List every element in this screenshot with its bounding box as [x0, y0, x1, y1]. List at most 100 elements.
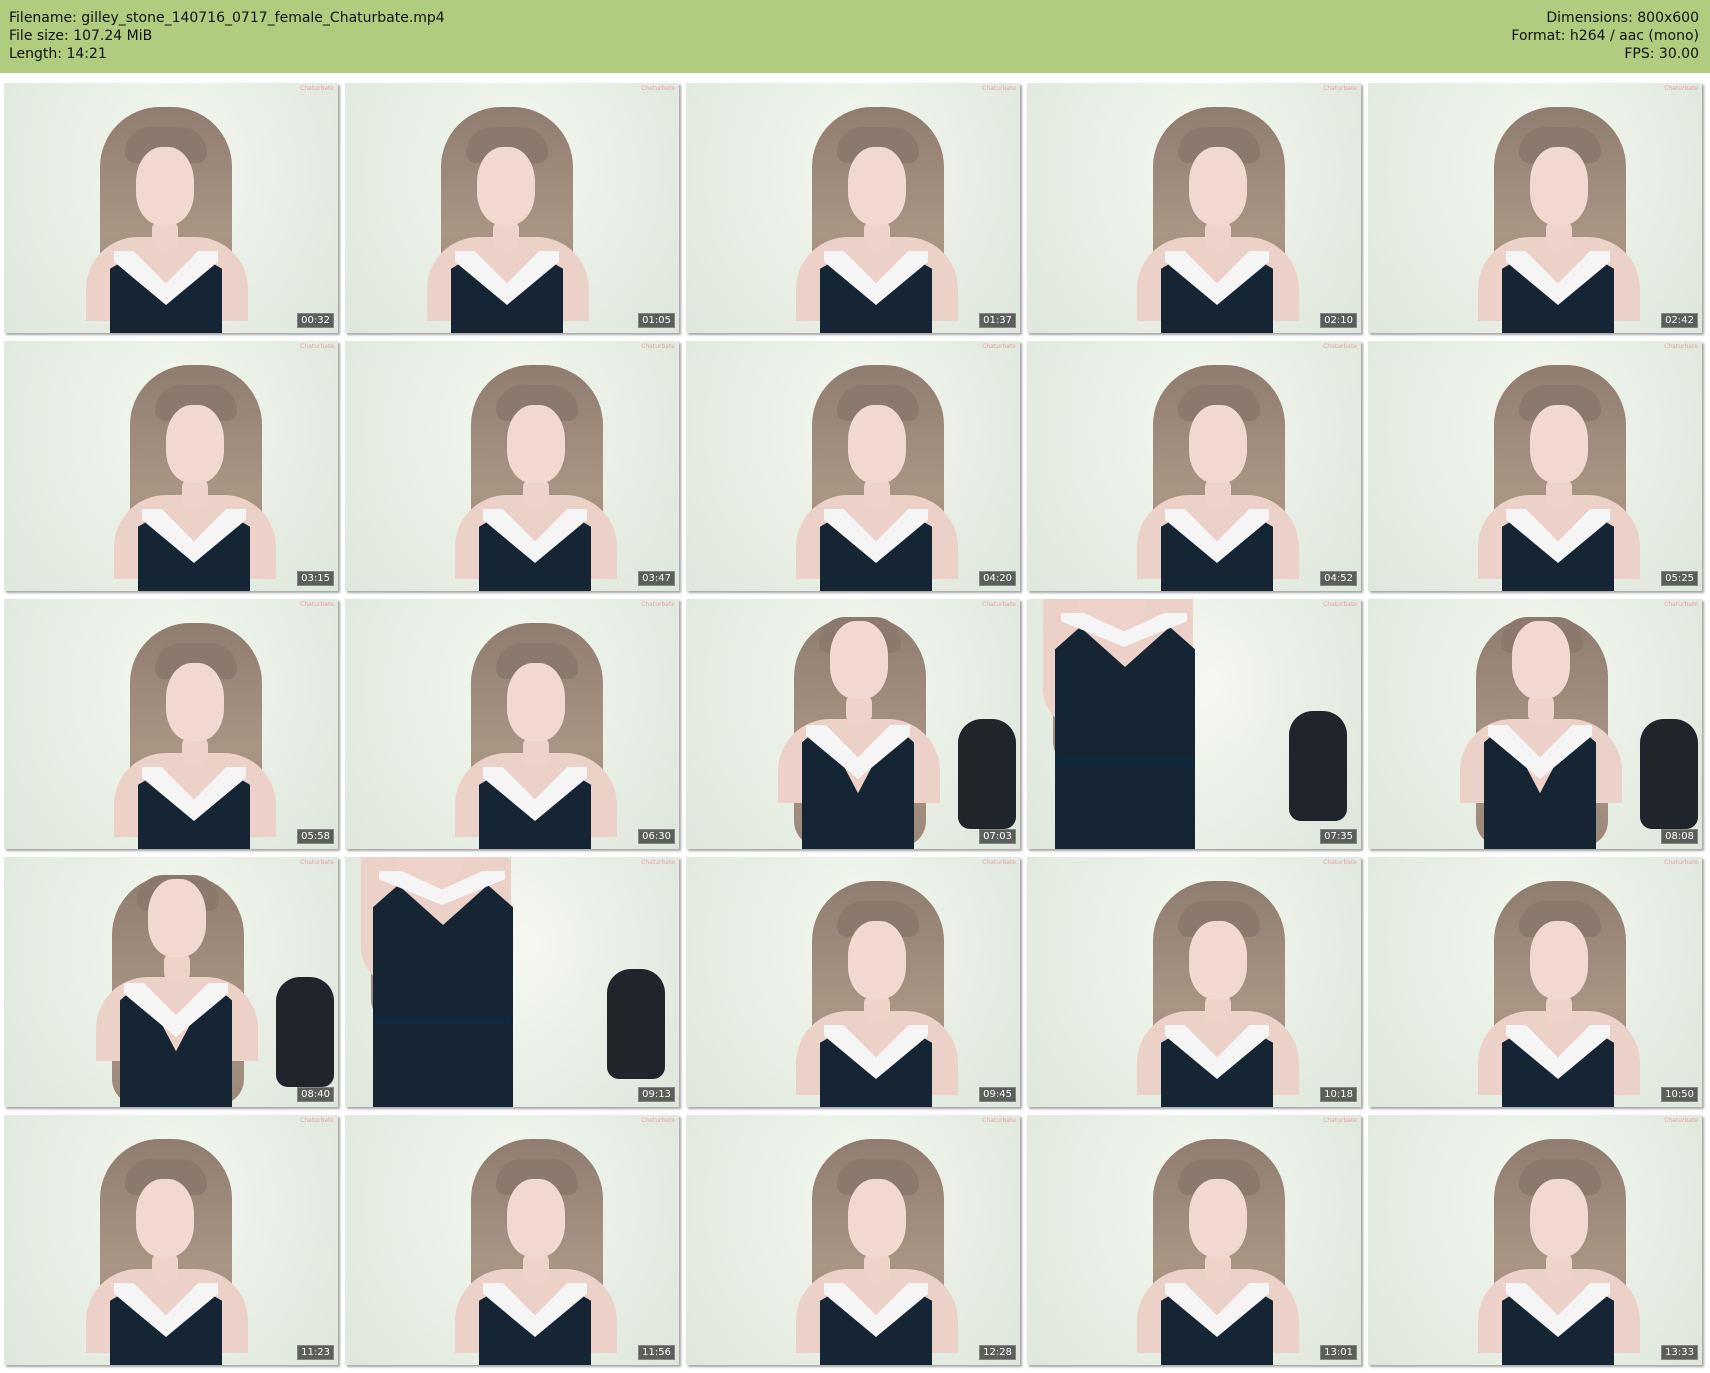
timestamp-label: 13:33: [1661, 1345, 1698, 1360]
face-shape: [507, 1179, 565, 1257]
video-frame-image: [686, 341, 1020, 591]
watermark-text: Chaturbate: [982, 85, 1016, 92]
video-frame-image: [1027, 1115, 1361, 1365]
video-frame-image: [1027, 857, 1361, 1107]
neck-shape: [152, 1253, 178, 1281]
timestamp-label: 07:03: [979, 829, 1016, 844]
face-shape: [1189, 147, 1247, 225]
video-frame-image: [345, 83, 679, 333]
neck-shape: [1205, 221, 1231, 249]
watermark-text: Chaturbate: [982, 859, 1016, 866]
neck-shape: [182, 737, 208, 765]
thumbnail: Chaturbate 02:42: [1368, 83, 1702, 333]
face-shape: [1189, 921, 1247, 999]
face-shape: [136, 147, 194, 225]
video-frame-image: [686, 857, 1020, 1107]
neck-shape: [493, 221, 519, 249]
video-frame-image: [1368, 341, 1702, 591]
video-frame-image: [1368, 83, 1702, 333]
video-frame-image: [1027, 341, 1361, 591]
file-info: Filename: gilley_stone_140716_0717_femal…: [9, 9, 445, 63]
watermark-text: Chaturbate: [982, 343, 1016, 350]
thumbnail: Chaturbate 10:18: [1027, 857, 1361, 1107]
neck-shape: [846, 695, 872, 723]
filesize-text: File size: 107.24 MiB: [9, 28, 153, 44]
watermark-text: Chaturbate: [641, 343, 675, 350]
chair-shape: [958, 719, 1016, 829]
thumbnail: Chaturbate 13:33: [1368, 1115, 1702, 1365]
neck-shape: [864, 995, 890, 1023]
timestamp-label: 01:05: [638, 313, 675, 328]
thumbnail: Chaturbate 09:45: [686, 857, 1020, 1107]
face-shape: [830, 621, 888, 699]
timestamp-label: 02:10: [1320, 313, 1357, 328]
face-shape: [848, 147, 906, 225]
timestamp-label: 07:35: [1320, 829, 1357, 844]
timestamp-label: 04:20: [979, 571, 1016, 586]
neck-shape: [1528, 695, 1554, 723]
watermark-text: Chaturbate: [300, 85, 334, 92]
chair-shape: [1640, 719, 1698, 829]
timestamp-label: 06:30: [638, 829, 675, 844]
thumbnail: Chaturbate 11:23: [4, 1115, 338, 1365]
thumbnail: Chaturbate 00:32: [4, 83, 338, 333]
neck-shape: [1205, 1253, 1231, 1281]
neck-shape: [864, 479, 890, 507]
thumbnail: Chaturbate 03:47: [345, 341, 679, 591]
face-shape: [1189, 405, 1247, 483]
face-shape: [1189, 1179, 1247, 1257]
watermark-text: Chaturbate: [1664, 343, 1698, 350]
video-frame-image: [1027, 599, 1361, 849]
neck-shape: [1546, 995, 1572, 1023]
timestamp-label: 10:18: [1320, 1087, 1357, 1102]
format-text: Format: h264 / aac (mono): [1511, 28, 1699, 44]
timestamp-label: 04:52: [1320, 571, 1357, 586]
video-frame-image: [1368, 1115, 1702, 1365]
watermark-text: Chaturbate: [300, 343, 334, 350]
face-shape: [848, 405, 906, 483]
video-frame-image: [345, 341, 679, 591]
timestamp-label: 02:42: [1661, 313, 1698, 328]
belt-shape: [375, 1017, 511, 1024]
timestamp-label: 11:23: [297, 1345, 334, 1360]
watermark-text: Chaturbate: [1664, 859, 1698, 866]
face-shape: [1530, 405, 1588, 483]
watermark-text: Chaturbate: [1323, 1117, 1357, 1124]
neck-shape: [152, 221, 178, 249]
watermark-text: Chaturbate: [300, 1117, 334, 1124]
chair-shape: [276, 977, 334, 1087]
timestamp-label: 11:56: [638, 1345, 675, 1360]
thumbnail: Chaturbate 01:05: [345, 83, 679, 333]
video-info: Dimensions: 800x600 Format: h264 / aac (…: [1511, 9, 1699, 63]
watermark-text: Chaturbate: [982, 1117, 1016, 1124]
video-frame-image: [4, 1115, 338, 1365]
timestamp-label: 03:15: [297, 571, 334, 586]
fps-text: FPS: 30.00: [1624, 46, 1699, 62]
thumbnail: Chaturbate 03:15: [4, 341, 338, 591]
timestamp-label: 05:25: [1661, 571, 1698, 586]
timestamp-label: 08:08: [1661, 829, 1698, 844]
timestamp-label: 13:01: [1320, 1345, 1357, 1360]
thumbnail: Chaturbate 02:10: [1027, 83, 1361, 333]
neck-shape: [864, 1253, 890, 1281]
thumbnail: Chaturbate 13:01: [1027, 1115, 1361, 1365]
video-frame-image: [1368, 599, 1702, 849]
watermark-text: Chaturbate: [1664, 85, 1698, 92]
face-shape: [1530, 921, 1588, 999]
watermark-text: Chaturbate: [641, 85, 675, 92]
watermark-text: Chaturbate: [641, 601, 675, 608]
length-text: Length: 14:21: [9, 46, 107, 62]
watermark-text: Chaturbate: [300, 601, 334, 608]
watermark-text: Chaturbate: [1323, 859, 1357, 866]
timestamp-label: 00:32: [297, 313, 334, 328]
video-frame-image: [1368, 857, 1702, 1107]
neck-shape: [864, 221, 890, 249]
watermark-text: Chaturbate: [982, 601, 1016, 608]
face-shape: [166, 405, 224, 483]
face-shape: [477, 147, 535, 225]
thumbnail: Chaturbate 01:37: [686, 83, 1020, 333]
face-shape: [848, 1179, 906, 1257]
chair-shape: [1289, 711, 1347, 821]
thumbnail-grid: Chaturbate 00:32 Chaturbate 01:05 Chatur…: [4, 83, 1704, 1368]
neck-shape: [1205, 995, 1231, 1023]
